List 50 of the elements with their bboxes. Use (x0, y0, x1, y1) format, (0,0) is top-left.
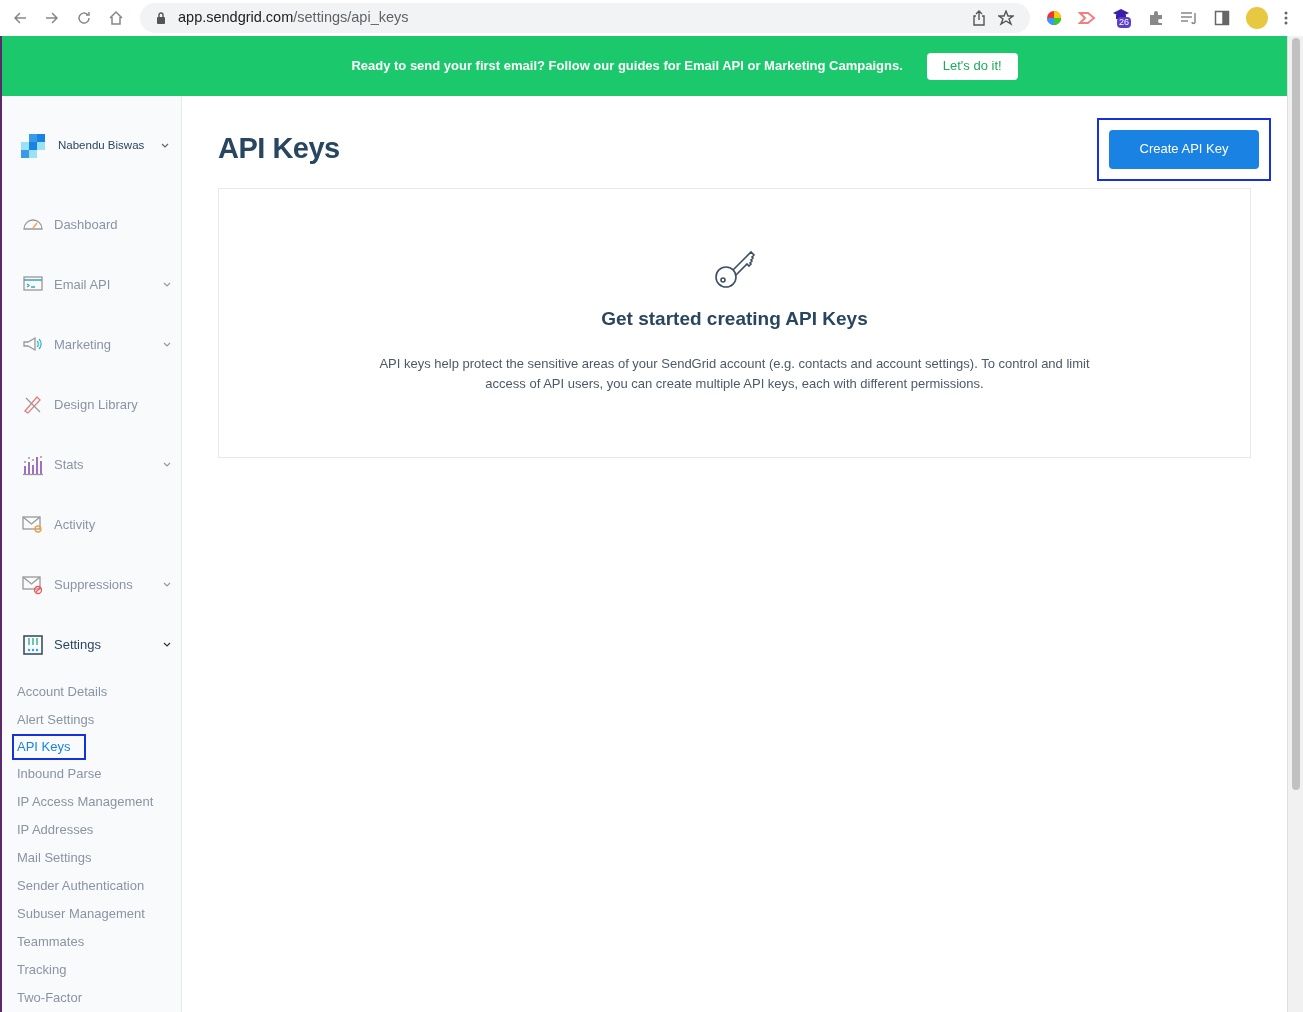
more-menu-icon[interactable] (1284, 11, 1288, 25)
nav-item[interactable]: Activity (54, 515, 171, 535)
scrollbar[interactable] (1287, 36, 1303, 1012)
settings-link[interactable]: IP Addresses (12, 816, 94, 844)
nav-item[interactable]: Marketing (54, 335, 153, 355)
empty-state-description: API keys help protect the sensitive areas of your SendGrid account (e.g. contacts and account settings). To control and limit access of API users, you can create multiple API keys, each with different permissions. (378, 354, 1091, 393)
arrow-extension-icon[interactable] (1078, 11, 1096, 25)
media-queue-icon[interactable] (1180, 11, 1198, 25)
address-bar[interactable]: app.sendgrid.com/settings/api_keys (140, 3, 1030, 33)
nav-item[interactable]: Settings (54, 635, 153, 655)
nav-item[interactable]: Stats (54, 455, 153, 475)
settings-link[interactable]: Tracking (12, 956, 67, 984)
nav-item[interactable]: Design Library (54, 395, 171, 415)
lock-icon (156, 12, 166, 24)
settings-link[interactable]: Teammates (12, 928, 85, 956)
notification-badge: 26 (1117, 17, 1131, 28)
share-icon[interactable] (972, 10, 986, 26)
bar-chart-icon (22, 454, 44, 476)
settings-link[interactable]: Account Details (12, 678, 108, 706)
nav-item[interactable]: Email API (54, 275, 153, 295)
caret-icon[interactable] (163, 642, 171, 648)
create-api-key-button[interactable]: Create API Key (1109, 129, 1259, 169)
settings-link[interactable]: IP Access Management (12, 788, 154, 816)
settings-link[interactable]: Subuser Management (12, 900, 145, 928)
envelope-blocked-icon (22, 574, 44, 596)
settings-link[interactable]: API Keys (12, 734, 86, 760)
settings-link[interactable]: Two-Factor (12, 984, 82, 1012)
star-icon[interactable] (998, 10, 1014, 26)
puzzle-icon[interactable] (1148, 10, 1164, 26)
envelope-search-icon (22, 514, 44, 536)
nav-item[interactable]: Dashboard (54, 215, 171, 235)
settings-link[interactable]: Mail Settings (12, 844, 92, 872)
account-name[interactable]: Nabendu Biswas (58, 136, 149, 155)
caret-icon[interactable] (161, 142, 169, 149)
forward-icon[interactable] (44, 10, 60, 26)
lets-do-it-button[interactable]: Let's do it! (926, 52, 1018, 80)
home-icon[interactable] (108, 10, 124, 26)
back-icon[interactable] (12, 10, 28, 26)
settings-link[interactable]: Sender Authentication (12, 872, 145, 900)
side-panel-icon[interactable] (1214, 10, 1230, 26)
logo-icon (20, 133, 46, 158)
color-wheel-icon[interactable] (1046, 10, 1062, 26)
nav-item[interactable]: Suppressions (54, 575, 153, 595)
sliders-icon (22, 634, 44, 656)
reload-icon[interactable] (76, 10, 92, 26)
page-title: API Keys (218, 131, 340, 167)
settings-link[interactable]: Inbound Parse (12, 760, 102, 788)
empty-state-heading: Get started creating API Keys (601, 307, 868, 331)
settings-link[interactable]: Alert Settings (12, 706, 95, 734)
banner-message: Ready to send your first email? Follow our guides for Email API or Marketing Campaigns. (351, 57, 903, 76)
